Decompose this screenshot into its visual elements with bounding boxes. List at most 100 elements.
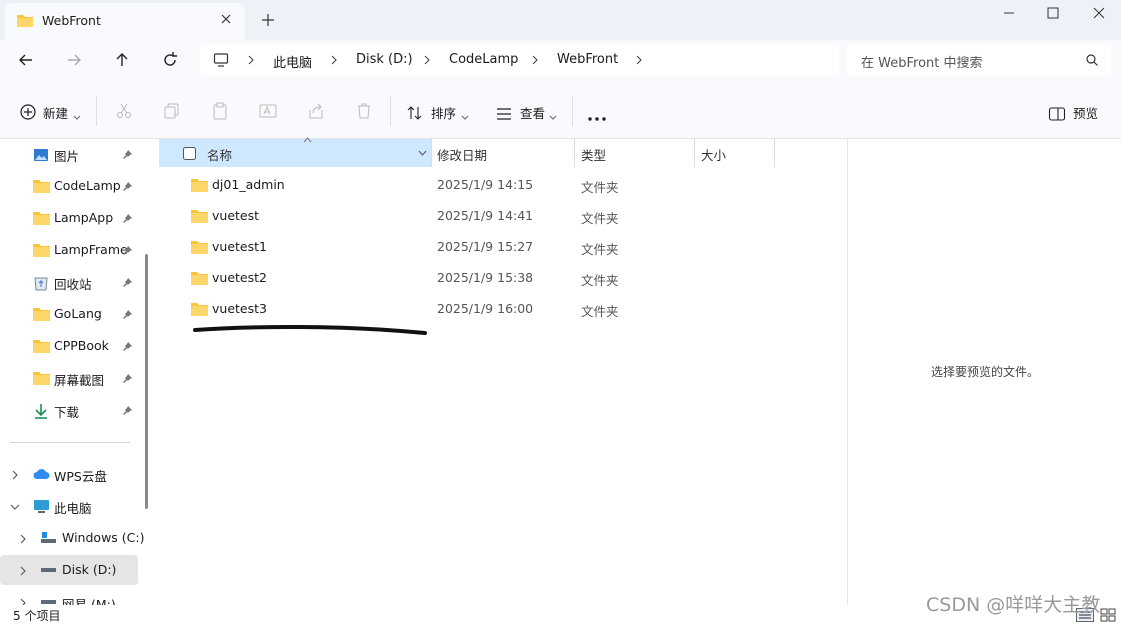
- folder-icon: [191, 210, 208, 223]
- sidebar-item-label: CodeLamp: [54, 178, 121, 193]
- new-tab-icon[interactable]: [260, 12, 276, 28]
- column-divider[interactable]: [574, 139, 575, 167]
- sidebar-item-label: 下载: [54, 405, 80, 420]
- chevron-down-icon[interactable]: [418, 150, 427, 156]
- toolbar-divider: [572, 96, 573, 126]
- select-all-checkbox[interactable]: [183, 147, 196, 160]
- title-bar: WebFront: [0, 0, 1121, 40]
- sidebar-item-label: WPS云盘: [54, 469, 107, 484]
- chevron-right-icon: [636, 55, 642, 65]
- tab-webfront[interactable]: WebFront: [5, 3, 245, 40]
- sidebar-item-label: 回收站: [54, 277, 92, 292]
- address-bar[interactable]: 此电脑 Disk (D:) CodeLamp WebFront: [200, 44, 839, 76]
- file-row[interactable]: vuetest1 2025/1/9 15:27 文件夹: [158, 232, 846, 263]
- tiles-view-icon[interactable]: [1100, 608, 1116, 622]
- preview-pane: 选择要预览的文件。: [847, 139, 1121, 605]
- minimize-icon[interactable]: [1000, 4, 1018, 22]
- file-row[interactable]: vuetest 2025/1/9 14:41 文件夹: [158, 201, 846, 232]
- sidebar-item-cppbook[interactable]: CPPBook: [0, 331, 140, 361]
- pin-icon[interactable]: [122, 245, 133, 256]
- sidebar-item-this-pc[interactable]: 此电脑: [0, 491, 140, 521]
- chevron-right-icon[interactable]: [19, 598, 27, 605]
- column-divider[interactable]: [694, 139, 695, 167]
- file-row[interactable]: vuetest3 2025/1/9 16:00 文件夹: [158, 294, 846, 325]
- sort-button[interactable]: 排序: [431, 103, 456, 122]
- view-button[interactable]: 查看: [520, 103, 545, 122]
- sidebar-item-label: 屏幕截图: [54, 373, 105, 388]
- sidebar-item-drive-m[interactable]: 网易 (M:): [0, 587, 140, 605]
- breadcrumb-this-pc[interactable]: 此电脑: [273, 52, 312, 71]
- file-row[interactable]: dj01_admin 2025/1/9 14:15 文件夹: [158, 170, 846, 201]
- chevron-right-icon[interactable]: [11, 470, 19, 480]
- folder-icon: [33, 180, 50, 193]
- preview-button[interactable]: 预览: [1073, 103, 1098, 122]
- column-name-label: 名称: [207, 148, 233, 163]
- breadcrumb-disk-d[interactable]: Disk (D:): [356, 52, 413, 67]
- sidebar-item-lampframe[interactable]: LampFrame: [0, 235, 140, 265]
- folder-icon: [33, 372, 50, 385]
- sidebar-item-pictures[interactable]: 图片: [0, 139, 140, 169]
- view-icon: [497, 108, 511, 120]
- sidebar-divider: [10, 442, 130, 443]
- folder-icon: [33, 340, 50, 353]
- breadcrumb-codelamp[interactable]: CodeLamp: [449, 52, 518, 67]
- new-button[interactable]: 新建: [43, 103, 68, 122]
- column-header-name[interactable]: 名称: [159, 137, 431, 167]
- pin-icon[interactable]: [122, 181, 133, 192]
- chevron-right-icon: [248, 55, 254, 65]
- back-arrow-icon[interactable]: [15, 49, 37, 71]
- file-list: 名称 修改日期 类型 大小 dj01_admin 2025/1/9 14:15 …: [158, 137, 846, 605]
- sidebar-item-drive-c[interactable]: Windows (C:): [0, 523, 144, 553]
- sidebar-item-recycle-bin[interactable]: 回收站: [0, 267, 140, 297]
- pin-icon[interactable]: [122, 277, 133, 288]
- sidebar-scrollbar[interactable]: [145, 254, 148, 509]
- preview-message: 选择要预览的文件。: [930, 365, 1039, 379]
- copy-icon[interactable]: [163, 100, 181, 122]
- file-name: vuetest3: [212, 301, 267, 316]
- share-icon[interactable]: [307, 100, 325, 122]
- cut-icon[interactable]: [115, 100, 133, 122]
- paste-icon[interactable]: [211, 100, 229, 122]
- rename-icon[interactable]: [259, 100, 277, 122]
- forward-arrow-icon[interactable]: [63, 49, 85, 71]
- column-headers: 名称 修改日期 类型 大小: [158, 137, 846, 167]
- command-bar: 新建 排序 查看 预览: [0, 82, 1121, 139]
- column-divider[interactable]: [431, 139, 432, 167]
- sidebar-item-codelamp[interactable]: CodeLamp: [0, 171, 140, 201]
- download-icon: [35, 404, 47, 419]
- maximize-icon[interactable]: [1044, 4, 1062, 22]
- sidebar-item-wps-cloud[interactable]: WPS云盘: [0, 459, 140, 489]
- column-header-date[interactable]: 修改日期: [437, 145, 487, 164]
- pin-icon[interactable]: [122, 341, 133, 352]
- folder-icon: [191, 272, 208, 285]
- column-header-size[interactable]: 大小: [701, 145, 726, 164]
- sidebar-item-downloads[interactable]: 下载: [0, 395, 140, 425]
- pin-icon[interactable]: [122, 213, 133, 224]
- search-input[interactable]: 在 WebFront 中搜索: [847, 44, 1111, 76]
- column-divider[interactable]: [774, 139, 775, 167]
- folder-icon: [33, 308, 50, 321]
- pin-icon[interactable]: [122, 405, 133, 416]
- file-type: 文件夹: [581, 242, 619, 257]
- breadcrumb-webfront[interactable]: WebFront: [557, 52, 618, 67]
- chevron-right-icon[interactable]: [19, 534, 27, 544]
- pin-icon[interactable]: [122, 309, 133, 320]
- cloud-icon: [33, 469, 50, 479]
- drive-icon: [41, 568, 56, 572]
- pin-icon[interactable]: [122, 149, 133, 160]
- more-options-icon[interactable]: [587, 108, 607, 130]
- close-window-icon[interactable]: [1090, 4, 1108, 22]
- close-tab-icon[interactable]: [218, 11, 234, 27]
- delete-icon[interactable]: [355, 100, 373, 122]
- sidebar-item-drive-d[interactable]: Disk (D:): [0, 555, 138, 585]
- chevron-right-icon[interactable]: [19, 566, 27, 576]
- sidebar-item-screenshots[interactable]: 屏幕截图: [0, 363, 140, 393]
- refresh-icon[interactable]: [159, 49, 181, 71]
- sidebar-item-lampapp[interactable]: LampApp: [0, 203, 140, 233]
- pin-icon[interactable]: [122, 373, 133, 384]
- sidebar-item-golang[interactable]: GoLang: [0, 299, 140, 329]
- chevron-down-icon[interactable]: [10, 503, 20, 511]
- column-header-type[interactable]: 类型: [581, 145, 606, 164]
- up-arrow-icon[interactable]: [111, 49, 133, 71]
- file-row[interactable]: vuetest2 2025/1/9 15:38 文件夹: [158, 263, 846, 294]
